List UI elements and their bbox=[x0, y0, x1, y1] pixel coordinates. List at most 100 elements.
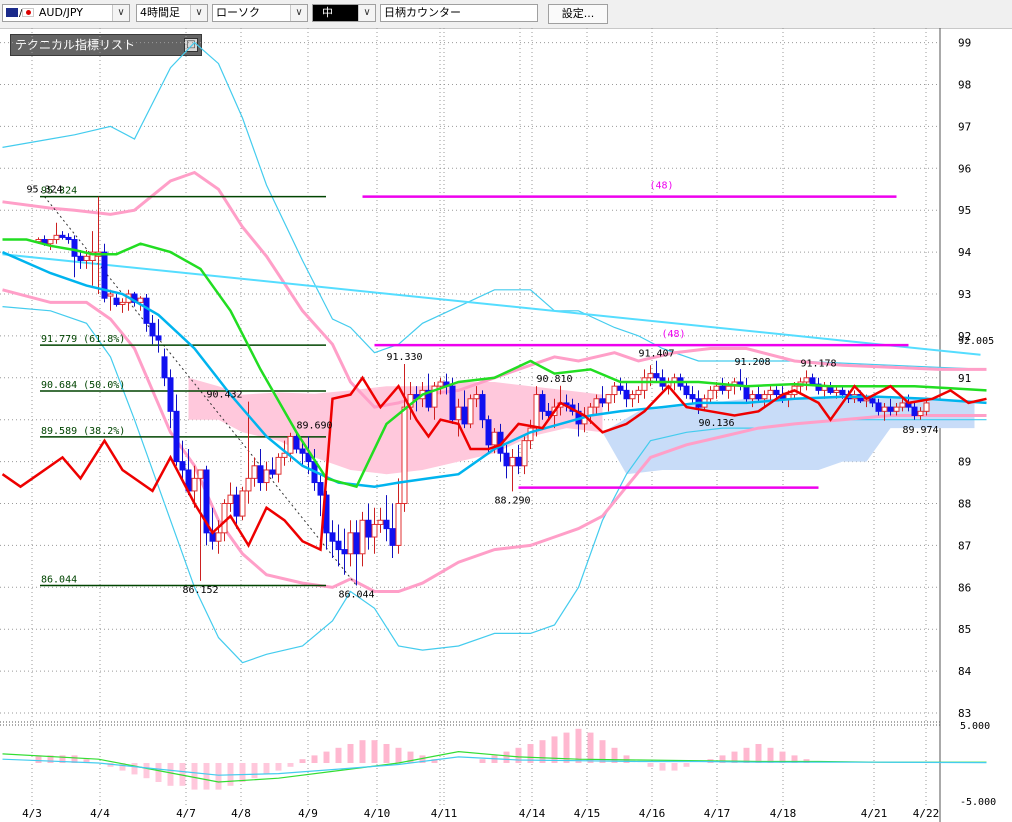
candle-body bbox=[521, 440, 528, 467]
candle-body bbox=[593, 398, 600, 408]
symbol-label: AUD/JPY bbox=[38, 6, 83, 19]
counter-label: 日柄カウンター bbox=[384, 6, 461, 19]
candle-body bbox=[287, 435, 294, 454]
aud-flag-icon bbox=[6, 8, 18, 17]
bollinger-lower-2 bbox=[2, 306, 987, 664]
chart-style-select[interactable]: ローソク ∨ bbox=[212, 4, 308, 22]
price-annotation: 88.290 bbox=[494, 495, 530, 506]
oscillator-bar bbox=[671, 763, 678, 771]
candle-body bbox=[149, 322, 156, 337]
candle-body bbox=[191, 477, 198, 492]
candle-body bbox=[119, 301, 126, 305]
oscillator-bar bbox=[659, 763, 666, 771]
candle-body bbox=[389, 528, 396, 546]
candle-body bbox=[371, 523, 378, 538]
candle-body bbox=[809, 377, 816, 385]
oscillator-bar bbox=[323, 751, 330, 763]
oscillator-bar bbox=[383, 744, 390, 763]
price-annotation: 86.044 bbox=[338, 589, 374, 600]
candle-body bbox=[641, 377, 648, 391]
timeframe-select[interactable]: 4時間足 ∨ bbox=[136, 4, 208, 22]
x-tick-label: 4/14 bbox=[519, 807, 546, 820]
settings-button[interactable]: 設定... bbox=[548, 4, 608, 24]
candle-body bbox=[623, 389, 630, 400]
x-tick-label: 4/17 bbox=[704, 807, 731, 820]
candle-body bbox=[533, 394, 540, 429]
oscillator-bar bbox=[347, 744, 354, 763]
price-annotation: 90.810 bbox=[536, 374, 572, 385]
candle-body bbox=[293, 435, 300, 450]
candle-body bbox=[263, 469, 270, 484]
candle-body bbox=[239, 490, 246, 517]
oscillator-bar bbox=[539, 740, 546, 763]
oscillator-bar bbox=[299, 759, 306, 763]
oscillator-bar bbox=[311, 755, 318, 763]
y-tick-label: 86 bbox=[958, 581, 971, 594]
x-tick-label: 4/18 bbox=[770, 807, 797, 820]
oscillator-bar bbox=[335, 747, 342, 763]
oscillator-bar bbox=[251, 763, 258, 779]
bollinger-upper-2 bbox=[2, 41, 987, 370]
candle-body bbox=[491, 431, 498, 446]
candle-body bbox=[77, 255, 84, 261]
candle-body bbox=[137, 297, 144, 303]
chevron-down-icon: ∨ bbox=[358, 5, 375, 21]
current-price-label: 92.005 bbox=[958, 336, 994, 347]
candle-body bbox=[395, 503, 402, 546]
x-tick-label: 4/7 bbox=[176, 807, 196, 820]
y-tick-label: 87 bbox=[958, 539, 971, 552]
y-tick-label: 97 bbox=[958, 120, 971, 133]
candle-body bbox=[401, 406, 408, 505]
oscillator-bar bbox=[287, 763, 294, 767]
oscillator-bar bbox=[515, 747, 522, 763]
timeframe-label: 4時間足 bbox=[140, 6, 180, 19]
y-tick-label: 84 bbox=[958, 665, 972, 678]
symbol-select[interactable]: / AUD/JPY ∨ bbox=[2, 4, 130, 22]
size-select[interactable]: 中 ∨ bbox=[312, 4, 376, 22]
candle-body bbox=[719, 385, 726, 391]
candle-body bbox=[227, 494, 234, 504]
candle-body bbox=[689, 394, 696, 400]
oscillator-bar bbox=[575, 728, 582, 763]
oscillator-bar bbox=[395, 747, 402, 763]
price-annotation: 95.324 bbox=[26, 185, 62, 196]
candle-body bbox=[749, 394, 756, 400]
candle-body bbox=[245, 477, 252, 492]
x-tick-label: 4/9 bbox=[298, 807, 318, 820]
candle-body bbox=[635, 389, 642, 396]
oscillator-bar bbox=[683, 763, 690, 767]
chart-area: 4/3 4/4 4/7 4/8 4/9 4/10 4/11 4/14 4/15 4/16 4/17 4… bbox=[0, 28, 996, 822]
candle-body bbox=[257, 465, 264, 484]
candle-body bbox=[341, 549, 348, 555]
counter-input[interactable]: 日柄カウンター bbox=[380, 4, 538, 22]
horizontal-line-label: (48) bbox=[650, 181, 674, 192]
fib-level-label: 86.044 bbox=[41, 574, 77, 585]
price-annotation: 90.136 bbox=[698, 418, 734, 429]
oscillator-bar bbox=[143, 763, 150, 779]
candle-body bbox=[113, 297, 120, 305]
oscillator-bar bbox=[131, 763, 138, 775]
candle-body bbox=[335, 540, 342, 551]
candle-body bbox=[599, 398, 606, 404]
candle-body bbox=[59, 234, 66, 238]
y-tick-label: 99 bbox=[958, 37, 971, 50]
x-tick-label: 4/11 bbox=[431, 807, 458, 820]
candle-body bbox=[485, 419, 492, 446]
candle-body bbox=[713, 385, 720, 391]
candle-body bbox=[161, 356, 168, 379]
candle-body bbox=[251, 465, 258, 479]
candle-body bbox=[455, 406, 462, 421]
candle-body bbox=[449, 385, 456, 421]
candle-body bbox=[653, 373, 660, 379]
x-tick-label: 4/22 bbox=[913, 807, 940, 820]
y-tick-label: 91 bbox=[958, 372, 971, 385]
ichimoku-cloud-pink bbox=[188, 377, 603, 475]
candle-body bbox=[143, 297, 150, 324]
candle-body bbox=[683, 385, 690, 396]
candle-body bbox=[893, 406, 900, 412]
candle-body bbox=[629, 394, 636, 400]
oscillator-bar bbox=[479, 759, 486, 763]
candle-body bbox=[761, 394, 768, 400]
candle-body bbox=[275, 456, 282, 475]
candle-body bbox=[617, 385, 624, 391]
